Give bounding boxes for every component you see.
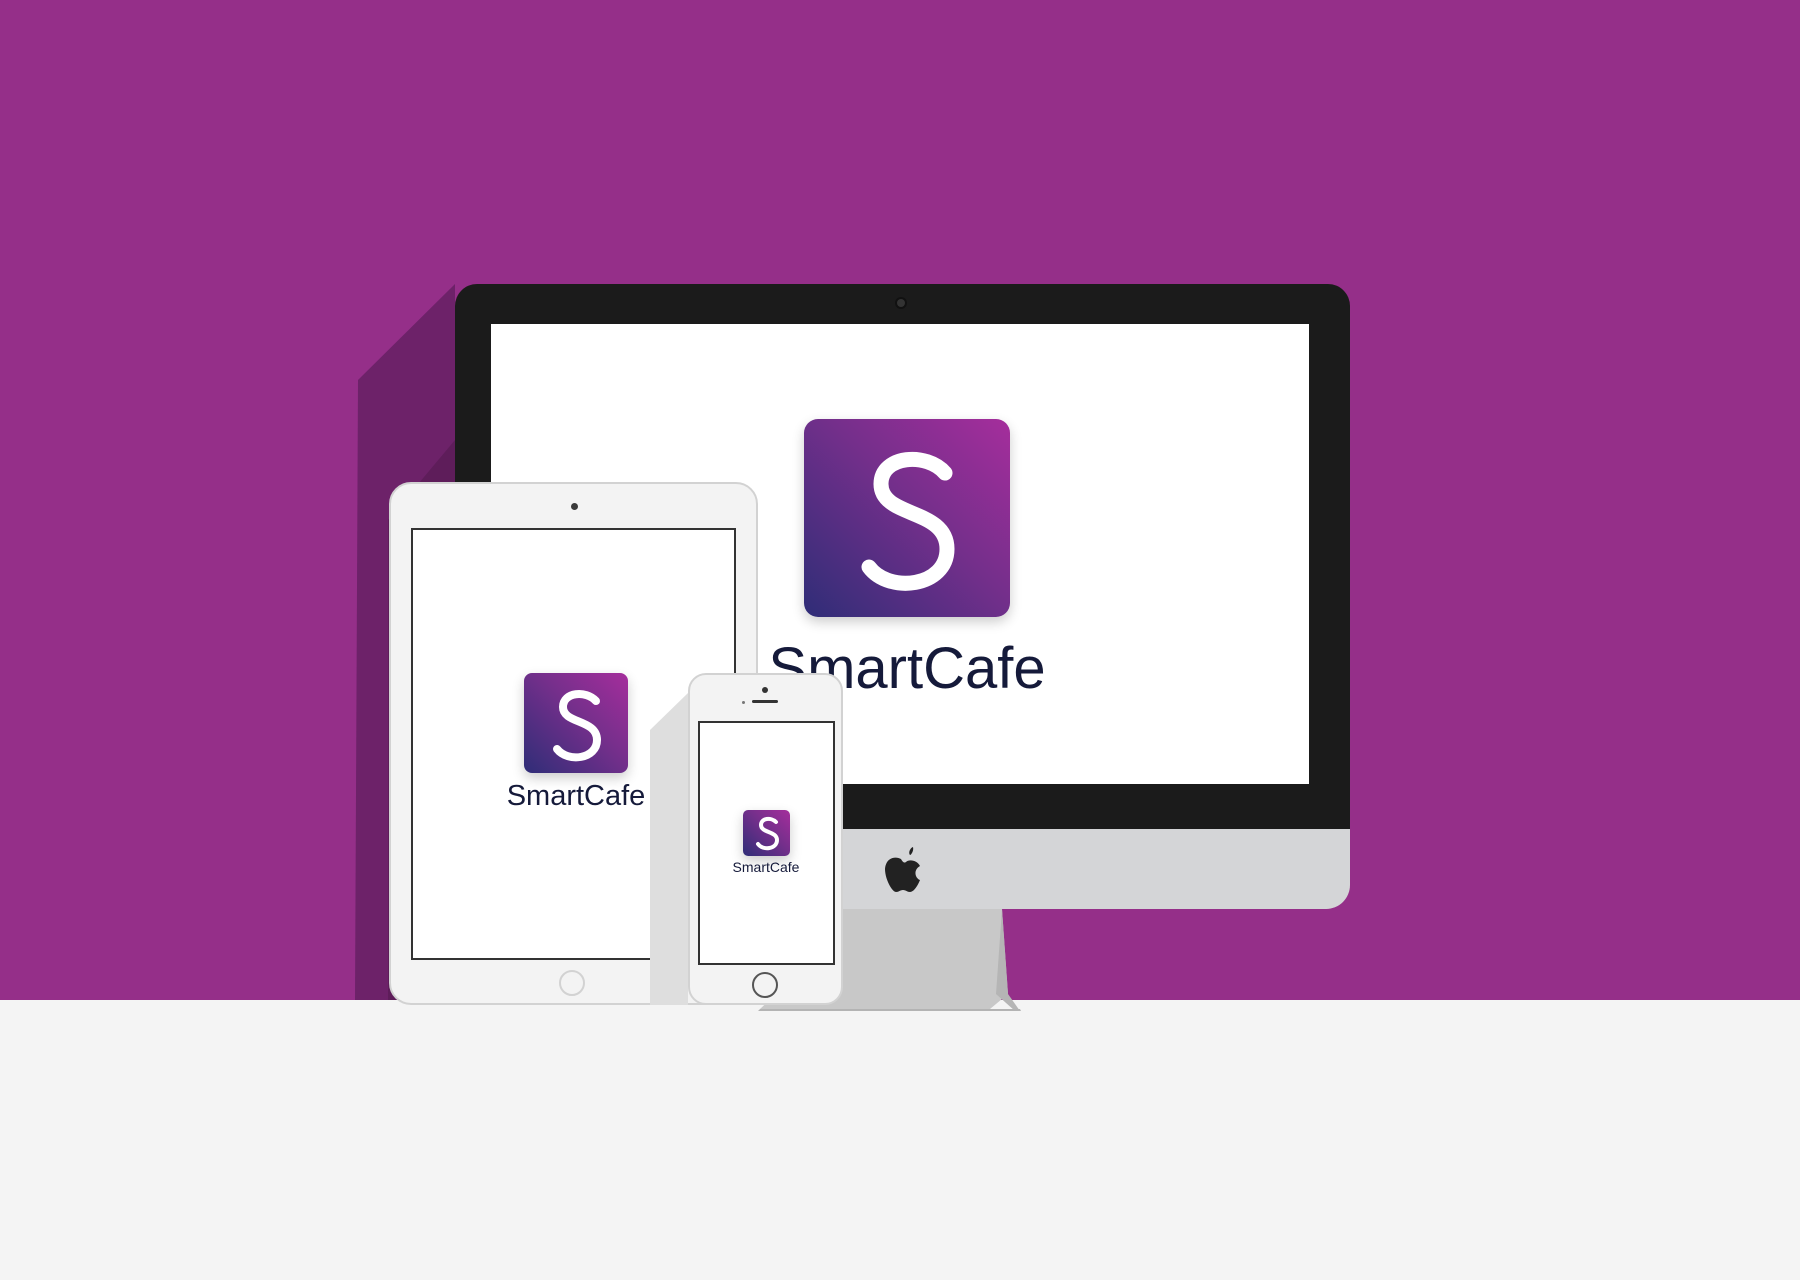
logo-s-icon [756,816,779,851]
iphone-speaker [752,700,778,703]
iphone-brand-name: SmartCafe [732,859,800,875]
device-showcase: SmartCafe SmartCafe SmartCafe [0,0,1800,1280]
iphone-home-button [752,972,778,998]
iphone-sensor [742,701,745,704]
iphone-shadow [650,693,688,1005]
iphone-camera [762,687,768,693]
iphone-app-logo [743,810,790,856]
